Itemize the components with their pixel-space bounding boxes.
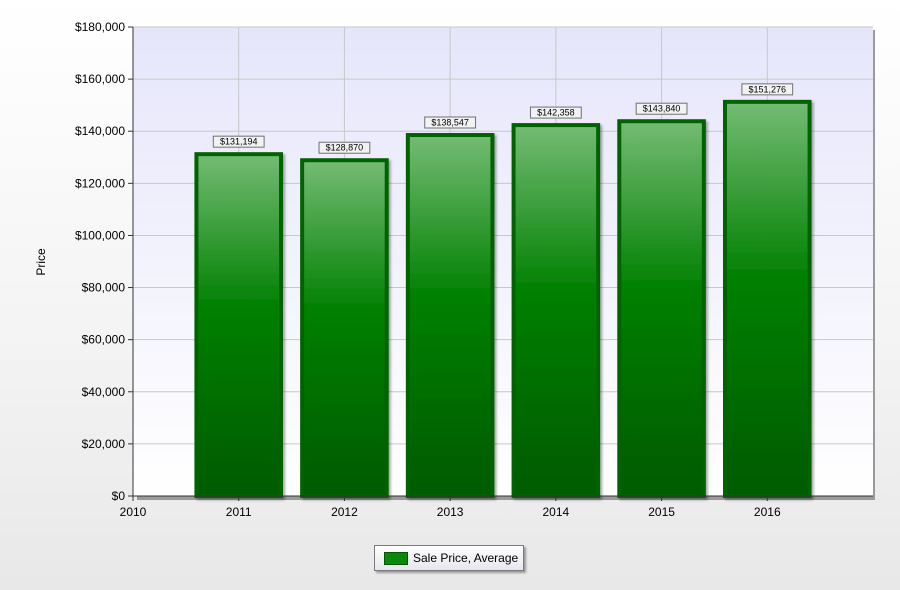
x-tick-label: 2016 [754,505,781,519]
data-label: $142,358 [537,108,575,118]
y-tick-label: $20,000 [82,437,126,451]
y-tick-label: $100,000 [75,228,125,242]
y-axis-title: Price [34,248,48,276]
data-label: $138,547 [431,118,469,128]
bar [617,119,706,498]
bar-chart: $0 $20,000 $40,000 $60,000 $80,000 $100,000 $1… [34,20,875,519]
data-label: $151,276 [749,84,787,94]
x-tick-label: 2010 [120,505,147,519]
bar [194,152,283,498]
x-tick-label: 2014 [543,505,570,519]
bar [300,158,389,499]
y-tick-label: $40,000 [82,385,126,399]
y-tick-label: $120,000 [75,176,125,190]
y-tick-label: $0 [112,489,126,503]
x-tick-label: 2015 [648,505,675,519]
legend-swatch [384,551,408,565]
legend: Sale Price, Average [374,545,524,571]
data-label: $143,840 [643,104,681,114]
bar [405,133,495,498]
y-tick-label: $80,000 [82,281,126,295]
bar [511,123,601,499]
legend-label: Sale Price, Average [413,551,519,565]
x-tick-label: 2012 [331,505,358,519]
y-tick-label: $180,000 [75,20,125,34]
y-tick-label: $140,000 [75,124,125,138]
y-tick-label: $160,000 [75,72,125,86]
data-label: $128,870 [326,143,364,153]
x-tick-label: 2011 [226,505,252,519]
y-tick-label: $60,000 [82,333,126,347]
data-label: $131,194 [220,137,258,147]
bar [723,99,812,498]
x-tick-label: 2013 [437,505,464,519]
